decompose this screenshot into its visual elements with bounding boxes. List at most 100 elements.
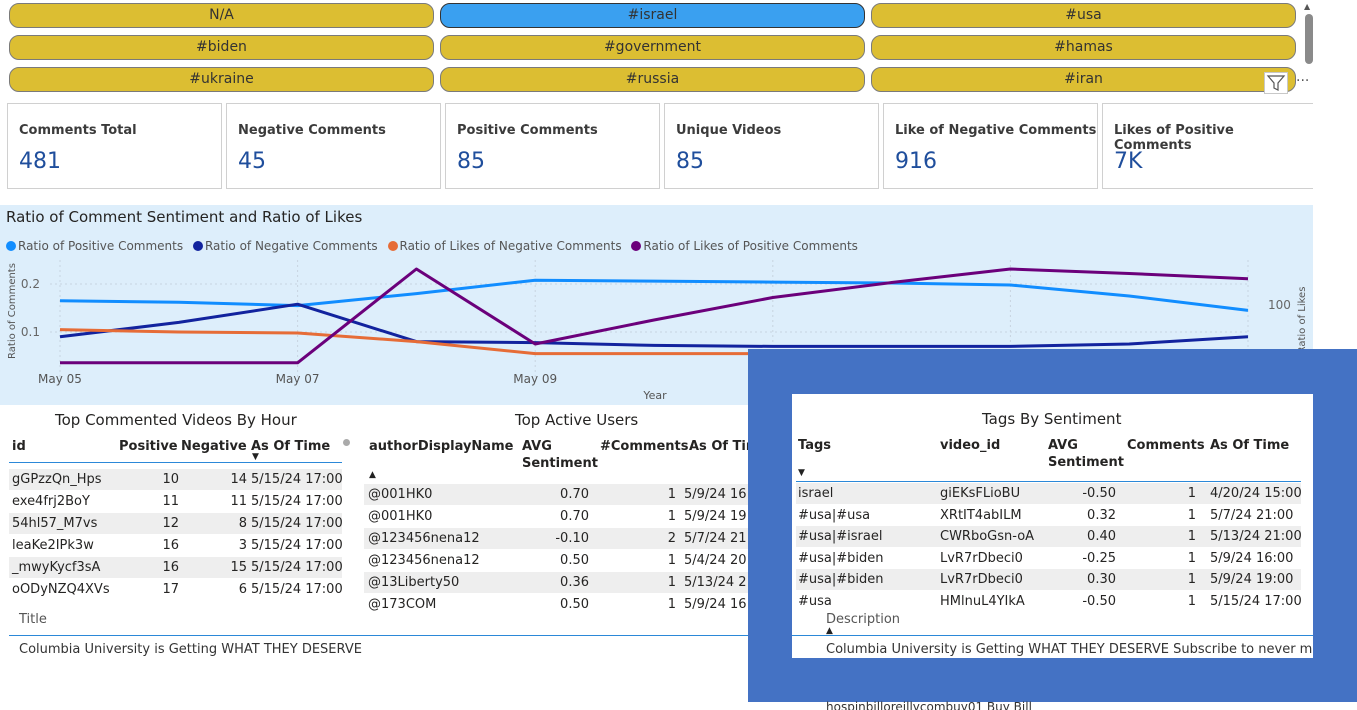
slicer-tag-ukraine[interactable]: #ukraine [9,67,434,92]
table-row[interactable]: #usa HMlnuL4YIkA -0.50 1 5/15/24 17:00 [796,591,1302,612]
table-cell-as-of-time: 5/7/24 21:00 [1210,507,1294,523]
table-row[interactable]: @173COM 0.50 1 5/9/24 16 [364,594,748,615]
table-cell-comments-count: 1 [667,509,676,524]
sort-desc-icon: ▼ [798,468,805,478]
col-header-positive[interactable]: Positive [119,438,178,455]
table-cell-negative: 6 [238,582,247,597]
table-cell-author: @13Liberty50 [368,575,460,590]
legend-label: Ratio of Likes of Negative Comments [399,239,622,253]
col-header-id[interactable]: id [12,438,26,455]
sort-desc-icon: ▼ [252,452,259,462]
table-row[interactable]: @001HK0 0.70 1 5/9/24 16 [364,484,748,505]
y-right-tick-label: 100 [1268,298,1291,312]
detail-value-title: Columbia University is Getting WHAT THEY… [19,642,362,657]
slicer-tag-government[interactable]: #government [440,35,865,60]
kpi-value: 85 [457,149,485,174]
table-cell-avg-sentiment: -0.10 [555,531,589,546]
table-cell-as-of-time: 5/7/24 21 [684,531,747,546]
table-row[interactable]: exe4frj2BoY 11 11 5/15/24 17:00 [9,491,343,512]
table-cell-avg-sentiment: -0.25 [1082,550,1116,566]
slicer-tag-iran[interactable]: #iran [871,67,1296,92]
header-underline [9,462,342,463]
slicer-scrollbar[interactable] [1305,14,1313,64]
table-row[interactable]: 54hl57_M7vs 12 8 5/15/24 17:00 [9,513,343,534]
table-row[interactable]: _mwyKycf3sA 16 15 5/15/24 17:00 [9,557,343,578]
col-header-as-of-time[interactable]: As Of Time [251,438,330,455]
table-cell-video-id: CWRboGsn-oA [940,529,1035,545]
slicer-tag-biden[interactable]: #biden [9,35,434,60]
table-row[interactable]: #usa|#israel CWRboGsn-oA 0.40 1 5/13/24 21:0… [796,526,1302,548]
col-header-video-id[interactable]: video_id [940,437,1000,454]
legend-item[interactable]: Ratio of Likes of Positive Comments [631,239,858,253]
table-row[interactable]: #usa|#usa XRtIT4abILM 0.32 1 5/7/24 21:00 [796,505,1301,526]
table-row[interactable]: oODyNZQ4XVs 17 6 5/15/24 17:00 [9,579,343,600]
legend-item[interactable]: Ratio of Positive Comments [6,239,183,253]
legend-label: Ratio of Positive Comments [18,239,184,253]
table-cell-as-of-time: 5/13/24 2 [684,575,747,590]
legend-item[interactable]: Ratio of Negative Comments [192,239,378,253]
series-line-2[interactable] [59,302,1249,348]
detail-value-description: Columbia University is Getting WHAT THEY… [826,642,1313,657]
table-cell-tag: #usa|#biden [798,550,884,566]
slicer-tag-usa[interactable]: #usa [871,3,1296,28]
more-options-icon[interactable]: ··· [1296,73,1309,89]
table-cell-comments: 1 [1187,529,1196,545]
chart-title: Ratio of Comment Sentiment and Ratio of … [6,208,363,226]
col-header-avg-sentiment[interactable]: AVG Sentiment [1048,437,1124,471]
table-cell-positive: 17 [162,582,179,597]
table-cell-avg-sentiment: -0.50 [1082,486,1116,501]
col-header-avg-sentiment[interactable]: AVG Sentiment [522,438,598,472]
table-cell-tag: #usa|#israel [798,529,883,545]
col-header-negative[interactable]: Negative [181,438,247,455]
table-cell-id: leaKe2IPk3w [12,538,94,553]
table-cell-as-of-time: 5/15/24 17:00 [251,516,343,531]
table-cell-as-of-time: 5/15/24 17:00 [251,472,343,487]
table-row[interactable]: israel giEKsFLioBU -0.50 1 4/20/24 15:00 [796,483,1302,504]
table-cell-video-id: XRtIT4abILM [940,507,1022,523]
slicer-tag-russia[interactable]: #russia [440,67,865,92]
table-cell-avg-sentiment: -0.50 [1082,594,1116,609]
table-row[interactable]: @123456nena12 0.50 1 5/4/24 20 [364,550,748,571]
table-cell-negative: 8 [238,516,247,531]
kpi-value: 916 [895,149,937,174]
filter-icon[interactable] [1264,72,1288,94]
table-cell-as-of-time: 5/9/24 16 [684,487,747,502]
table-cell-positive: 16 [162,538,179,553]
col-header-tags[interactable]: Tags [798,437,831,454]
table-cell-as-of-time: 5/9/24 19:00 [1210,572,1294,588]
table-cell-comments-count: 1 [667,553,676,568]
users-table-title: Top Active Users [515,411,639,429]
col-header-author[interactable]: authorDisplayName [369,438,513,455]
detail-label-title: Title [19,612,47,627]
kpi-value: 45 [238,149,266,174]
table-cell-author: @001HK0 [368,509,433,524]
table-cell-positive: 16 [162,560,179,575]
kpi-label: Like of Negative Comments [895,123,1097,138]
slicer-tag-hamas[interactable]: #hamas [871,35,1296,60]
table-cell-tag: #usa|#usa [798,507,871,523]
col-header-comments-count[interactable]: #Comments [600,438,688,455]
table-cell-as-of-time: 5/15/24 17:00 [251,538,343,553]
table-row[interactable]: #usa|#biden LvR7rDbeci0 -0.25 1 5/9/24 16:00 [796,548,1301,569]
table-row[interactable]: gGPzzQn_Hps 10 14 5/15/24 17:00 [9,469,343,490]
table-row[interactable]: @001HK0 0.70 1 5/9/24 19 [364,506,748,527]
table-row[interactable]: leaKe2IPk3w 16 3 5/15/24 17:00 [9,535,343,556]
col-header-comments[interactable]: Comments [1127,437,1205,454]
slicer-tag-na[interactable]: N/A [9,3,434,28]
table-row[interactable]: @123456nena12 -0.10 2 5/7/24 21 [364,528,748,549]
legend-item[interactable]: Ratio of Likes of Negative Comments [387,239,622,253]
header-underline [796,481,1301,482]
col-header-as-of-time[interactable]: As Of Time [1210,437,1289,454]
table-cell-positive: 12 [162,516,179,531]
overflow-text: hospinbilloreillycombuy01 Buy Bill [826,700,1032,710]
table-cell-video-id: LvR7rDbeci0 [940,572,1023,588]
slicer-tag-israel[interactable]: #israel [440,3,865,28]
series-line-1[interactable] [59,278,1249,312]
table-row[interactable]: @13Liberty50 0.36 1 5/13/24 2 [364,572,748,593]
table-cell-avg-sentiment: 0.70 [560,487,589,502]
scroll-up-arrow-icon[interactable]: ▲ [1304,2,1310,11]
table-cell-avg-sentiment: 0.50 [560,597,589,612]
scroll-dot[interactable] [343,439,350,446]
table-row[interactable]: #usa|#biden LvR7rDbeci0 0.30 1 5/9/24 19:00 [796,569,1301,591]
table-cell-tag: #usa|#biden [798,572,884,588]
